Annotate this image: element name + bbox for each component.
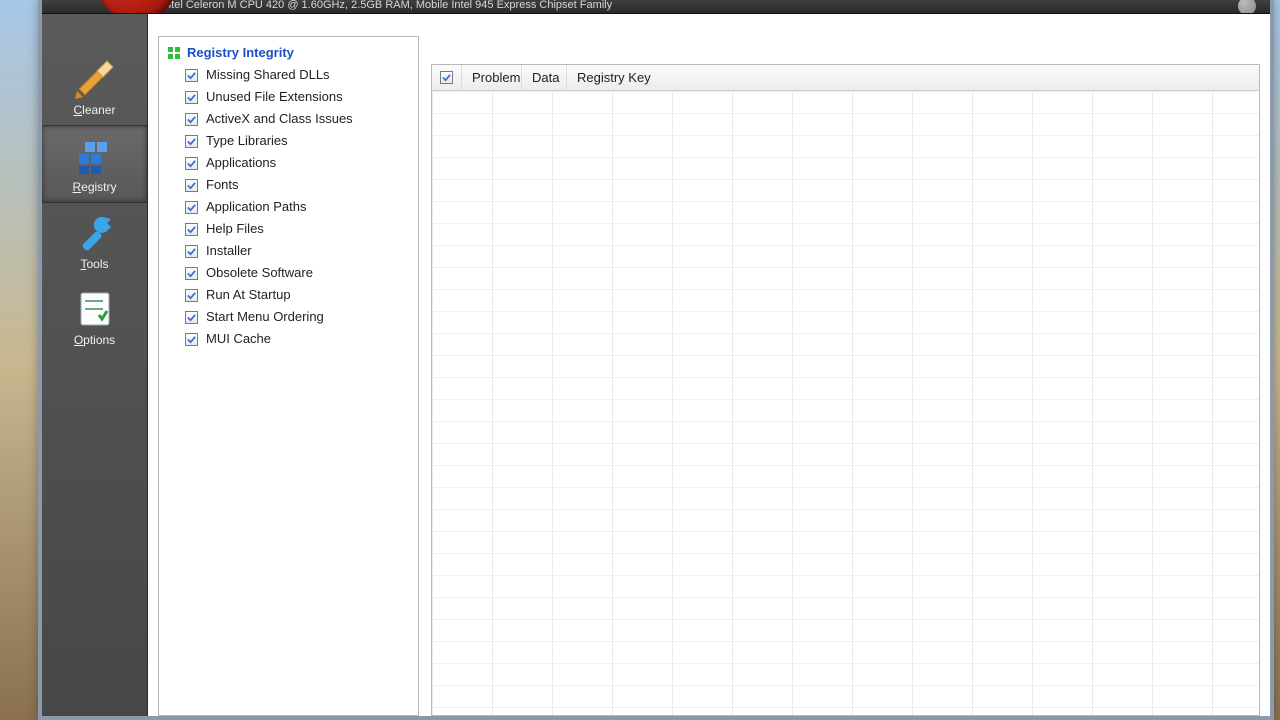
brush-icon xyxy=(71,59,119,99)
checkbox[interactable] xyxy=(185,135,198,148)
checkbox[interactable] xyxy=(185,267,198,280)
tree-item-label: Fonts xyxy=(206,175,239,195)
registry-integrity-panel: Registry Integrity Missing Shared DLLsUn… xyxy=(158,36,419,716)
registry-icon xyxy=(71,136,119,176)
tree-item[interactable]: Help Files xyxy=(163,218,414,240)
tree-item-label: Help Files xyxy=(206,219,264,239)
nav-label: Cleaner xyxy=(42,103,147,117)
tree-item[interactable]: Applications xyxy=(163,152,414,174)
checkbox[interactable] xyxy=(185,201,198,214)
tree-item-label: Start Menu Ordering xyxy=(206,307,324,327)
tree-item[interactable]: Type Libraries xyxy=(163,130,414,152)
options-icon xyxy=(71,289,119,329)
checkbox[interactable] xyxy=(185,157,198,170)
header-round-button[interactable] xyxy=(1238,0,1256,14)
sysinfo-text: Intel Celeron M CPU 420 @ 1.60GHz, 2.5GB… xyxy=(162,0,612,11)
app-window: Intel Celeron M CPU 420 @ 1.60GHz, 2.5GB… xyxy=(38,0,1274,720)
tree-item-label: MUI Cache xyxy=(206,329,271,349)
tree-item[interactable]: MUI Cache xyxy=(163,328,414,350)
tree-item-label: Application Paths xyxy=(206,197,306,217)
tree-item-label: Type Libraries xyxy=(206,131,288,151)
sidebar-item-tools[interactable]: Tools xyxy=(42,203,147,279)
checkbox[interactable] xyxy=(185,289,198,302)
nav-label: Options xyxy=(42,333,147,347)
select-all-column[interactable] xyxy=(432,65,462,90)
tree-item[interactable]: Fonts xyxy=(163,174,414,196)
checkbox[interactable] xyxy=(185,179,198,192)
sidebar: Cleaner Registry Tools Options xyxy=(42,14,148,716)
tree-item[interactable]: Obsolete Software xyxy=(163,262,414,284)
tree-item[interactable]: Installer xyxy=(163,240,414,262)
checkbox[interactable] xyxy=(185,223,198,236)
tree-item-label: ActiveX and Class Issues xyxy=(206,109,353,129)
checkbox[interactable] xyxy=(185,113,198,126)
tree-item[interactable]: Missing Shared DLLs xyxy=(163,64,414,86)
select-all-checkbox[interactable] xyxy=(440,71,453,84)
column-registry-key[interactable]: Registry Key xyxy=(567,65,667,90)
tree-item-label: Run At Startup xyxy=(206,285,291,305)
results-panel: Problem Data Registry Key xyxy=(431,64,1260,716)
tree-item[interactable]: ActiveX and Class Issues xyxy=(163,108,414,130)
checkbox[interactable] xyxy=(185,311,198,324)
tree-item[interactable]: Start Menu Ordering xyxy=(163,306,414,328)
tree-heading-label: Registry Integrity xyxy=(187,45,294,60)
tree-item-label: Installer xyxy=(206,241,252,261)
tree-item-label: Unused File Extensions xyxy=(206,87,343,107)
nav-label: Tools xyxy=(42,257,147,271)
tree-item-label: Obsolete Software xyxy=(206,263,313,283)
registry-integrity-icon xyxy=(167,46,181,60)
results-body xyxy=(432,91,1259,715)
checkbox[interactable] xyxy=(185,69,198,82)
checkbox[interactable] xyxy=(185,245,198,258)
sidebar-item-options[interactable]: Options xyxy=(42,279,147,355)
column-data[interactable]: Data xyxy=(522,65,567,90)
tree-item[interactable]: Application Paths xyxy=(163,196,414,218)
wrench-icon xyxy=(71,213,119,253)
results-header: Problem Data Registry Key xyxy=(432,65,1259,91)
sidebar-item-registry[interactable]: Registry xyxy=(42,125,147,203)
header-bar: Intel Celeron M CPU 420 @ 1.60GHz, 2.5GB… xyxy=(42,0,1270,14)
sidebar-item-cleaner[interactable]: Cleaner xyxy=(42,49,147,125)
tree-heading: Registry Integrity xyxy=(163,43,414,64)
checkbox[interactable] xyxy=(185,91,198,104)
nav-label: Registry xyxy=(42,180,147,194)
tree-item[interactable]: Run At Startup xyxy=(163,284,414,306)
column-problem[interactable]: Problem xyxy=(462,65,522,90)
tree-item[interactable]: Unused File Extensions xyxy=(163,86,414,108)
main-area: Registry Integrity Missing Shared DLLsUn… xyxy=(148,14,1270,716)
tree-item-label: Applications xyxy=(206,153,276,173)
checkbox[interactable] xyxy=(185,333,198,346)
app-logo xyxy=(97,0,177,14)
tree-item-label: Missing Shared DLLs xyxy=(206,65,330,85)
